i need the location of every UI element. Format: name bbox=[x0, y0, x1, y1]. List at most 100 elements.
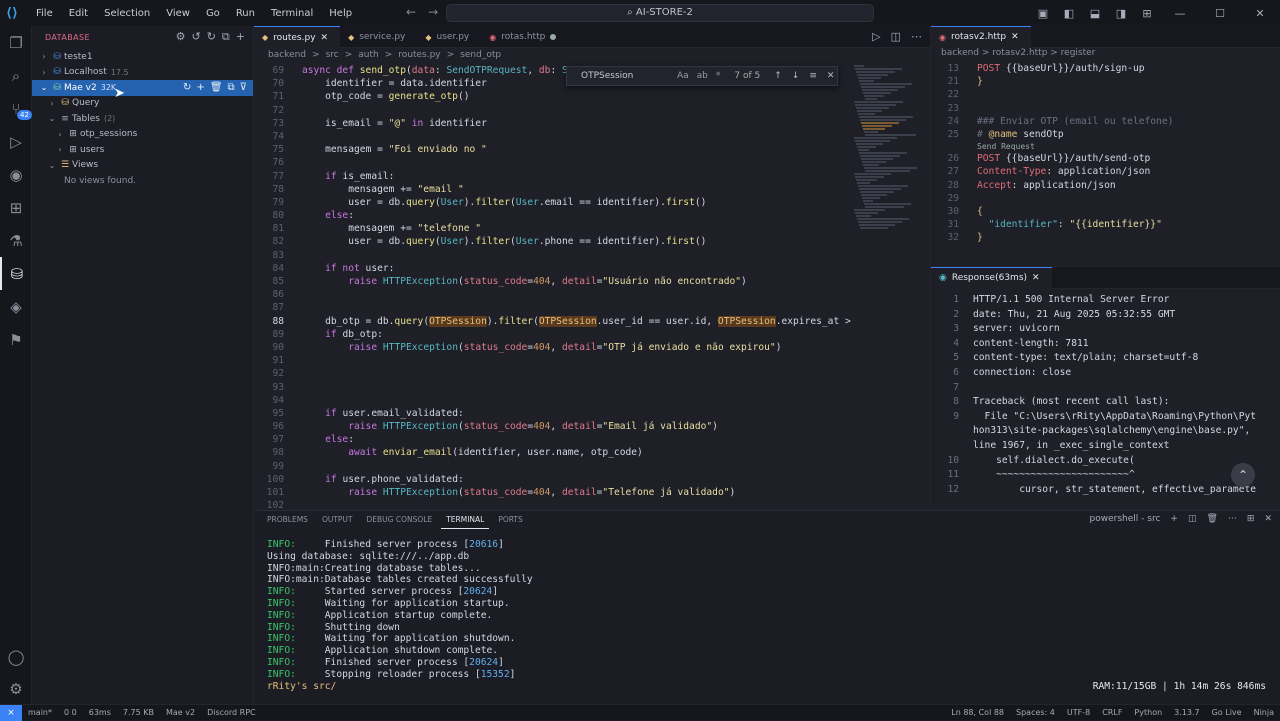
menu-item-edit[interactable]: Edit bbox=[61, 8, 96, 19]
match-case-toggle[interactable]: Aa bbox=[677, 71, 689, 81]
menu-item-terminal[interactable]: Terminal bbox=[263, 8, 321, 19]
find-input[interactable]: OTPSession bbox=[567, 71, 677, 81]
menu-item-run[interactable]: Run bbox=[228, 8, 263, 19]
menu-item-go[interactable]: Go bbox=[198, 8, 228, 19]
status-left-item[interactable]: Discord RPC bbox=[201, 708, 262, 717]
customize-layout-icon[interactable]: ⊞ bbox=[1134, 7, 1160, 20]
status-left-item[interactable]: 63ms bbox=[83, 708, 117, 717]
layout-icon[interactable]: ▣ bbox=[1030, 7, 1056, 20]
panel-tab-output[interactable]: OUTPUT bbox=[317, 511, 358, 529]
close-icon[interactable]: ✕ bbox=[827, 71, 835, 81]
add-icon[interactable]: + bbox=[236, 30, 245, 44]
panel-tab-problems[interactable]: PROBLEMS bbox=[262, 511, 313, 529]
close-icon[interactable]: ✕ bbox=[321, 33, 329, 43]
run-icon[interactable]: ▷ bbox=[872, 30, 880, 43]
table-otp-sessions[interactable]: › ⊞ otp_sessions bbox=[32, 127, 253, 143]
query-node[interactable]: › ⛁ Query bbox=[32, 96, 253, 112]
terminal-output[interactable]: INFO: Finished server process [20616] Usi… bbox=[267, 539, 533, 692]
command-center[interactable]: ⌕ AI-STORE-2 bbox=[446, 4, 874, 22]
sidebar-toggle-icon[interactable]: ◧ bbox=[1056, 7, 1082, 20]
panel-tab-terminal[interactable]: TERMINAL bbox=[441, 511, 490, 529]
close-icon[interactable]: ✕ bbox=[1011, 32, 1019, 42]
status-right-item[interactable]: Go Live bbox=[1206, 708, 1248, 717]
delete-icon[interactable]: 🗑 bbox=[210, 82, 223, 93]
tables-node[interactable]: ⌄ ≡ Tables (2) bbox=[32, 111, 253, 127]
tab-routes-py[interactable]: ◆ routes.py ✕ bbox=[254, 26, 341, 48]
tab-response[interactable]: ◉ Response(63ms) ✕ bbox=[931, 266, 1052, 289]
status-right-item[interactable]: Spaces: 4 bbox=[1010, 708, 1061, 717]
secondary-sidebar-icon[interactable]: ◨ bbox=[1108, 7, 1134, 20]
settings-gear-icon[interactable]: ⚙ bbox=[0, 672, 32, 705]
tab-service-py[interactable]: ◆ service.py bbox=[340, 26, 417, 48]
menu-item-selection[interactable]: Selection bbox=[96, 8, 158, 19]
forward-icon[interactable]: → bbox=[428, 5, 438, 19]
menu-item-file[interactable]: File bbox=[28, 8, 61, 19]
status-left-item[interactable]: main* bbox=[22, 708, 58, 717]
scroll-top-button[interactable]: ⌃ bbox=[1231, 463, 1255, 487]
codelens-send-request[interactable]: Send Request bbox=[931, 141, 1280, 152]
http-code[interactable]: 13 POST {{baseUrl}}/auth/sign-up 21} 22 23 24… bbox=[931, 62, 1280, 244]
tab-rotas-http[interactable]: ◉ rotas.http bbox=[481, 26, 568, 48]
back-icon[interactable]: ← bbox=[406, 5, 416, 19]
menu-item-help[interactable]: Help bbox=[321, 8, 360, 19]
explorer-icon[interactable]: ❐ bbox=[0, 26, 32, 59]
more-icon[interactable]: ⋯ bbox=[1228, 514, 1237, 524]
status-right-item[interactable]: CRLF bbox=[1096, 708, 1128, 717]
breadcrumb-item[interactable]: src bbox=[323, 50, 342, 60]
split-terminal-icon[interactable]: ◫ bbox=[1188, 514, 1197, 524]
more-icon[interactable]: ⋯ bbox=[911, 30, 922, 43]
table-users[interactable]: › ⊞ users bbox=[32, 142, 253, 158]
breadcrumb-item[interactable]: auth bbox=[355, 50, 381, 60]
panel-tab-debug-console[interactable]: DEBUG CONSOLE bbox=[362, 511, 438, 529]
status-right-item[interactable]: 3.13.7 bbox=[1168, 708, 1205, 717]
trash-icon[interactable]: 🗑 bbox=[1206, 514, 1217, 524]
source-control-icon[interactable]: ⑂ 42 bbox=[0, 92, 32, 125]
connection-teste1[interactable]: › ⛁ teste1 bbox=[32, 49, 253, 65]
search-icon[interactable]: ⌕ bbox=[0, 59, 32, 92]
selection-icon[interactable]: ≡ bbox=[809, 71, 817, 81]
edge-icon[interactable]: ◉ bbox=[0, 158, 32, 191]
add-icon[interactable]: + bbox=[196, 82, 204, 93]
maximize-panel-icon[interactable]: ⊞ bbox=[1247, 514, 1255, 524]
panel-toggle-icon[interactable]: ⬓ bbox=[1082, 7, 1108, 20]
new-terminal-icon[interactable]: + bbox=[1170, 514, 1178, 524]
status-right-item[interactable]: Ln 88, Col 88 bbox=[945, 708, 1010, 717]
split-editor-icon[interactable]: ◫ bbox=[891, 30, 901, 43]
status-left-item[interactable]: 7.75 KB bbox=[117, 708, 160, 717]
response-body[interactable]: 1 HTTP/1.1 500 Internal Server Error 2 date… bbox=[931, 289, 1280, 497]
settings-icon[interactable]: ⚙ bbox=[176, 30, 186, 44]
debug-icon[interactable]: ▷ bbox=[0, 125, 32, 158]
menu-item-view[interactable]: View bbox=[158, 8, 198, 19]
refresh-icon[interactable]: ↻ bbox=[183, 82, 191, 93]
history-icon[interactable]: ↺ bbox=[191, 30, 200, 44]
status-left-item[interactable]: Mae v2 bbox=[160, 708, 201, 717]
arrow-up-icon[interactable]: ↑ bbox=[774, 71, 782, 81]
status-right-item[interactable]: UTF-8 bbox=[1061, 708, 1096, 717]
collapse-icon[interactable]: ⧉ bbox=[222, 30, 230, 44]
bookmark-icon[interactable]: ⚑ bbox=[0, 323, 32, 356]
layers-icon[interactable]: ◈ bbox=[0, 290, 32, 323]
breadcrumb-item[interactable]: send_otp bbox=[457, 50, 504, 60]
status-left-item[interactable]: 0 0 bbox=[58, 708, 83, 717]
status-right-item[interactable]: Python bbox=[1128, 708, 1168, 717]
tab-rotasv2[interactable]: ◉ rotasv2.http ✕ bbox=[931, 25, 1031, 48]
connection-localhost[interactable]: › ⛁ Localhost 17.5 bbox=[32, 65, 253, 81]
open-icon[interactable]: ⧉ bbox=[228, 82, 235, 93]
remote-icon[interactable]: ⨯ bbox=[0, 704, 22, 721]
regex-toggle[interactable]: * bbox=[716, 71, 721, 81]
testing-icon[interactable]: ⚗ bbox=[0, 224, 32, 257]
refresh-icon[interactable]: ↻ bbox=[207, 30, 216, 44]
minimize-button[interactable]: — bbox=[1160, 7, 1200, 20]
views-node[interactable]: ⌄ ☰ Views bbox=[32, 158, 253, 174]
terminal-shell-label[interactable]: powershell - src bbox=[1090, 514, 1161, 524]
code-area[interactable]: 69 async def send_otp(data: SendOTPReques… bbox=[254, 64, 854, 510]
whole-word-toggle[interactable]: ab bbox=[697, 71, 708, 81]
database-icon[interactable]: ⛁ bbox=[0, 257, 32, 290]
tab-user-py[interactable]: ◆ user.py bbox=[417, 26, 481, 48]
minimap[interactable] bbox=[854, 64, 917, 234]
arrow-down-icon[interactable]: ↓ bbox=[792, 71, 800, 81]
breadcrumb-item[interactable]: routes.py bbox=[395, 50, 443, 60]
account-icon[interactable]: ◯ bbox=[0, 640, 32, 673]
close-icon[interactable]: ✕ bbox=[1264, 514, 1272, 524]
status-right-item[interactable]: Ninja bbox=[1248, 708, 1280, 717]
